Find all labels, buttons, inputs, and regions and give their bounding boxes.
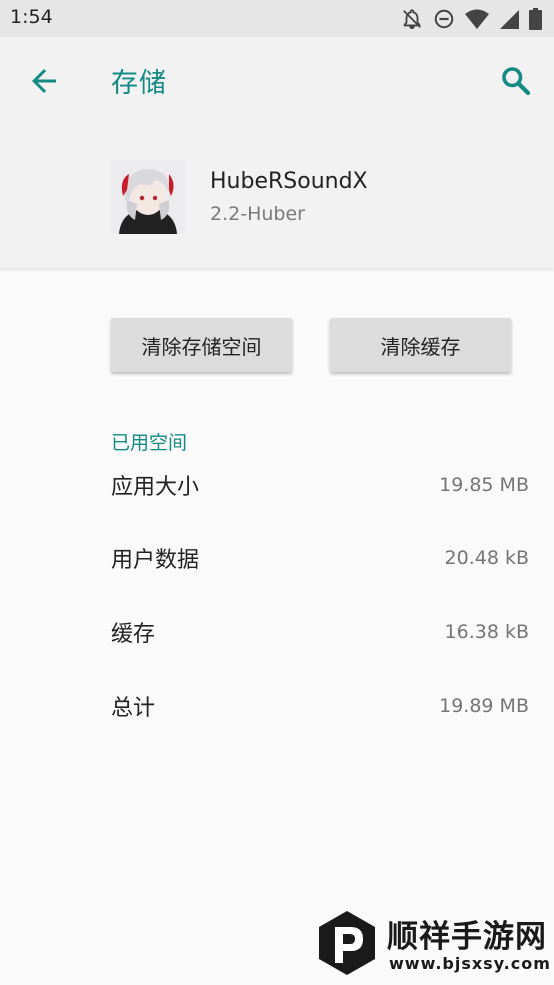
search-button[interactable] [498,63,534,99]
wifi-icon [465,8,489,30]
clear-storage-button[interactable]: 清除存储空间 [111,318,292,372]
usage-row-cache: 缓存 16.38 kB [111,612,529,652]
usage-row-user-data: 用户数据 20.48 kB [111,538,529,578]
status-bar: 1:54 [0,0,554,37]
watermark-url: www.bjsxsy.com [389,954,551,973]
usage-row-label: 用户数据 [111,548,200,573]
usage-row-value: 19.89 MB [439,695,529,717]
usage-row-value: 16.38 kB [444,621,529,643]
back-button[interactable] [26,63,62,99]
watermark-title: 顺祥手游网 [387,919,547,955]
arrow-back-icon [26,69,62,103]
usage-row-label: 总计 [111,696,156,721]
clear-cache-button[interactable]: 清除缓存 [330,318,511,372]
usage-row-label: 应用大小 [111,475,200,500]
status-icons [401,8,542,30]
app-header: HubeRSoundX 2.2-Huber [0,125,554,268]
app-version: 2.2-Huber [210,203,305,225]
page-title: 存储 [111,68,167,99]
watermark-logo-icon [315,909,379,981]
search-icon [498,67,534,103]
battery-icon [529,8,542,30]
do-not-disturb-icon [433,8,455,30]
section-title: 已用空间 [111,432,188,454]
cellular-signal-icon [499,8,519,30]
usage-row-label: 缓存 [111,622,156,647]
usage-row-value: 20.48 kB [444,547,529,569]
status-time: 1:54 [10,6,53,28]
app-bar: 存储 [0,37,554,125]
notifications-off-icon [401,8,423,30]
usage-row-total: 总计 19.89 MB [111,686,529,726]
app-name: HubeRSoundX [210,169,368,194]
watermark: 顺祥手游网 www.bjsxsy.com [315,909,550,981]
usage-row-value: 19.85 MB [439,474,529,496]
usage-row-app-size: 应用大小 19.85 MB [111,465,529,505]
app-avatar-icon [111,160,185,234]
